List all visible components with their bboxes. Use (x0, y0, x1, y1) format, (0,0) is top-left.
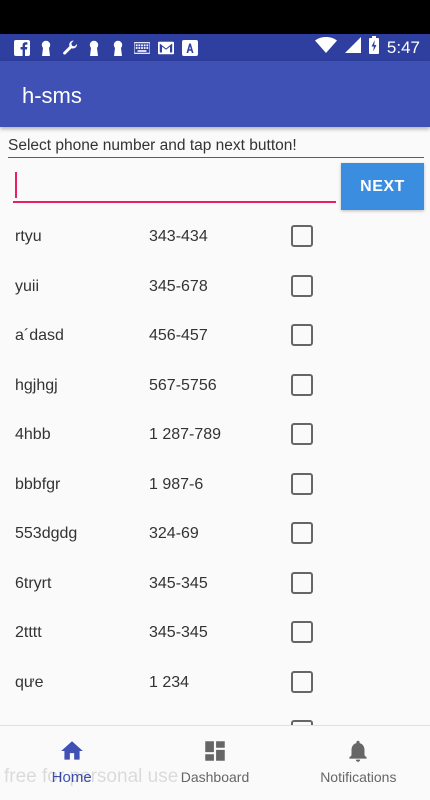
keyhole-icon (110, 40, 126, 56)
contact-phone: 1 287-789 (149, 426, 222, 443)
contact-row[interactable]: qưe 1 234 (0, 659, 430, 709)
status-bar: 5:47 (0, 34, 430, 61)
contact-phone: 456-457 (149, 327, 208, 344)
contact-row[interactable] (0, 708, 430, 725)
contact-name: 553dgdg (15, 525, 78, 542)
a-icon (182, 39, 198, 56)
contact-row[interactable]: a´dasd 456-457 (0, 312, 430, 362)
contact-phone: 1 234 (149, 673, 190, 691)
keyboard-icon (134, 40, 150, 56)
system-status: 5:47 (314, 36, 420, 59)
contact-checkbox[interactable] (291, 274, 313, 297)
home-icon (59, 738, 85, 764)
gmail-icon (158, 40, 174, 56)
contact-phone: 345-678 (149, 277, 208, 295)
contact-phone: 343-434 (149, 228, 208, 245)
contact-row[interactable]: 2tttt 345-345 (0, 609, 430, 659)
wrench-icon (62, 40, 78, 56)
battery-charging-icon (368, 36, 379, 59)
contact-row[interactable]: 4hbb 1 287-789 (0, 411, 430, 461)
contact-checkbox[interactable] (291, 472, 313, 495)
contact-name: qưe (15, 673, 44, 691)
contact-checkbox[interactable] (291, 621, 313, 643)
contact-row[interactable]: hgjhgj 567-5756 (0, 362, 430, 412)
contact-name: bbbfgr (15, 475, 61, 493)
contact-checkbox[interactable] (291, 373, 313, 396)
contact-name: 4hbb (15, 426, 51, 443)
contact-phone: 345-345 (149, 574, 208, 592)
contact-checkbox[interactable] (291, 225, 313, 247)
contact-row[interactable]: rtyu 343-434 (0, 213, 430, 263)
phone-number-input[interactable] (13, 168, 336, 203)
notification-icons (14, 39, 198, 56)
contact-list[interactable]: rtyu 343-434 yuii 345-678 a´dasd 456-457 hgjhg… (0, 213, 430, 725)
signal-icon (344, 37, 361, 58)
instruction-text: Select phone number and tap next button! (8, 137, 424, 158)
contact-phone: 567-5756 (149, 376, 217, 394)
nav-item-dashboard[interactable]: Dashboard (143, 726, 286, 800)
contact-name: rtyu (15, 228, 42, 245)
contact-row[interactable]: yuii 345-678 (0, 263, 430, 313)
text-cursor (15, 172, 17, 198)
device-top-bezel (0, 0, 430, 34)
next-button[interactable]: NEXT (341, 163, 424, 210)
contact-checkbox[interactable] (291, 324, 313, 346)
clock: 5:47 (386, 37, 420, 57)
keyhole-icon (86, 40, 102, 56)
dashboard-icon (202, 738, 228, 764)
contact-phone: 324-69 (149, 525, 199, 542)
contact-name: yuii (15, 277, 40, 295)
nav-label: Notifications (320, 769, 397, 785)
contact-name: hgjhgj (15, 376, 58, 394)
app-title: h-sms (22, 83, 82, 108)
contact-row[interactable]: 6tryrt 345-345 (0, 560, 430, 610)
nav-item-home[interactable]: Home (0, 726, 143, 800)
facebook-icon (14, 39, 30, 56)
nav-item-notifications[interactable]: Notifications (287, 726, 430, 800)
nav-label: Home (51, 769, 92, 786)
bottom-navigation: Home Dashboard Notifications (0, 725, 430, 800)
contact-checkbox[interactable] (291, 522, 313, 544)
contact-checkbox[interactable] (291, 670, 313, 693)
contact-checkbox[interactable] (291, 423, 313, 445)
bell-icon (345, 738, 371, 764)
contact-phone: 345-345 (149, 624, 208, 641)
app-bar: h-sms (0, 61, 430, 127)
keyhole-icon (38, 40, 54, 56)
contact-name: a´dasd (15, 327, 64, 344)
nav-label: Dashboard (180, 769, 250, 785)
contact-name: 2tttt (15, 624, 42, 641)
contact-name: 6tryrt (15, 574, 52, 592)
contact-phone: 1 987-6 (149, 475, 204, 493)
contact-checkbox[interactable] (291, 571, 313, 594)
contact-row[interactable]: 553dgdg 324-69 (0, 510, 430, 560)
wifi-icon (314, 37, 337, 58)
contact-row[interactable]: bbbfgr 1 987-6 (0, 461, 430, 511)
